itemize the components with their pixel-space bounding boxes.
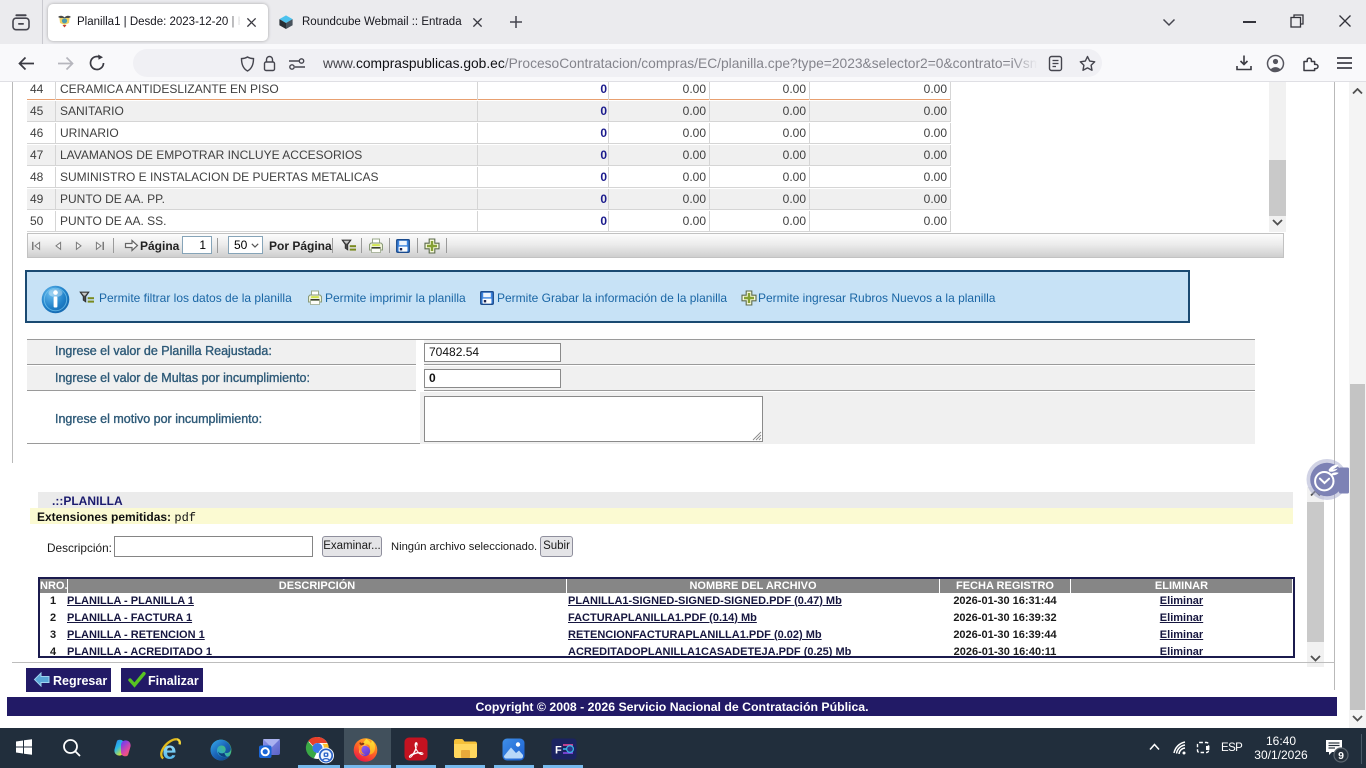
svg-text:9: 9 [1338, 750, 1344, 762]
svg-text:F: F [555, 745, 562, 757]
